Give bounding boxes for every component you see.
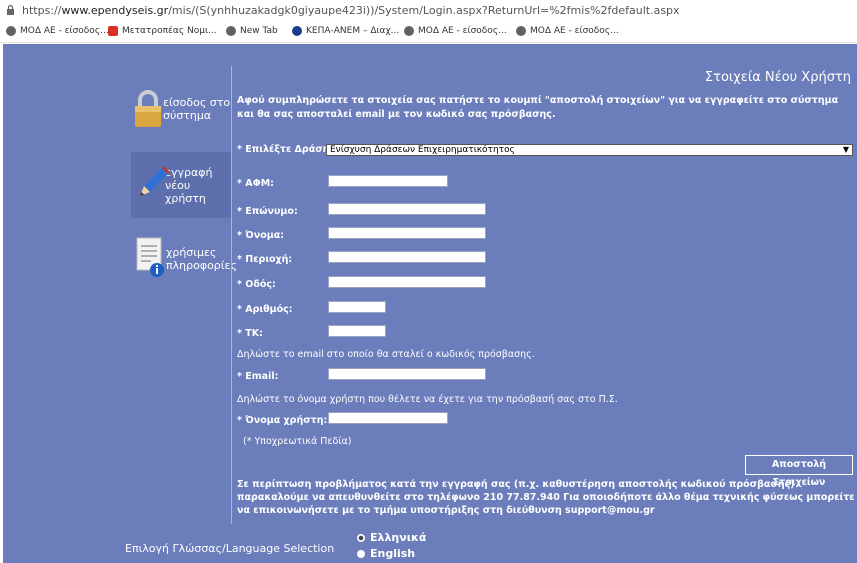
number-label: * Αριθμός:	[237, 304, 293, 315]
pencil-icon	[140, 166, 170, 196]
intro-text: Αφού συμπληρώσετε τα στοιχεία σας πατήστ…	[237, 95, 839, 120]
tk-field[interactable]	[328, 325, 386, 337]
globe-icon	[404, 26, 414, 36]
email-field[interactable]	[328, 368, 486, 380]
name-label: * Όνομα:	[237, 230, 285, 241]
email-note: Δηλώστε το email στο οποίο θα σταλεί ο κ…	[237, 349, 535, 360]
language-option-greek[interactable]: Ελληνικά	[357, 531, 426, 544]
info-label-line1: χρήσιμες	[166, 246, 217, 259]
globe-icon	[226, 26, 236, 36]
sidebar-item-info[interactable]: χρήσιμες πληροφορίες	[166, 246, 237, 272]
tk-label: * ΤΚ:	[237, 328, 263, 339]
username-field[interactable]	[328, 412, 448, 424]
app-icon	[108, 26, 118, 36]
language-label: Επιλογή Γλώσσας/Language Selection	[125, 542, 335, 555]
lock-icon	[7, 4, 14, 15]
bookmark-item[interactable]: ΜΟΔ ΑΕ - είσοδος...	[404, 26, 507, 36]
region-field[interactable]	[328, 251, 486, 263]
padlock-icon	[135, 90, 161, 127]
username-note: Δηλώστε το όνομα χρήστη που θέλετε να έχ…	[237, 394, 618, 405]
bookmark-item[interactable]: ΚΕΠΑ-ΑΝΕΜ – Διαχ...	[292, 26, 399, 36]
submit-button[interactable]: Αποστολή Στοιχείων	[745, 455, 853, 488]
bookmark-item[interactable]: ΜΟΔ ΑΕ - είσοδος...	[516, 26, 619, 36]
login-label-line2: σύστημα	[163, 109, 212, 122]
sidebar-divider	[231, 66, 232, 524]
action-select-value: Ενίσχυση Δράσεων Επιχειρηματικότητος	[330, 145, 515, 155]
afm-label: * ΑΦΜ:	[237, 178, 274, 189]
number-field[interactable]	[328, 301, 386, 313]
surname-field[interactable]	[328, 203, 486, 215]
bookmark-item[interactable]: Μετατροπέας Νομι...	[108, 26, 217, 36]
page-content: είσοδος στο σύστημα εγγραφή νέου χρήστη	[3, 44, 857, 563]
action-select[interactable]: Ενίσχυση Δράσεων Επιχειρηματικότητος ▼	[326, 144, 853, 156]
name-field[interactable]	[328, 227, 486, 239]
sidebar: είσοδος στο σύστημα εγγραφή νέου χρήστη	[3, 44, 237, 524]
site-icon	[292, 26, 302, 36]
street-field[interactable]	[328, 276, 486, 288]
language-option-label: Ελληνικά	[370, 531, 427, 544]
chevron-down-icon: ▼	[842, 145, 849, 154]
region-label: * Περιοχή:	[237, 254, 293, 265]
register-label-line1: εγγραφή	[165, 166, 213, 179]
required-note: (* Υποχρεωτικά Πεδία)	[243, 436, 352, 447]
email-label: * Email:	[237, 371, 279, 382]
info-document-icon	[136, 237, 164, 277]
address-bar[interactable]: https://www.ependyseis.gr/mis/(S(ynhhuza…	[0, 0, 857, 22]
bookmark-item[interactable]: ΜΟΔ ΑΕ - είσοδος...	[6, 26, 109, 36]
bookmark-item[interactable]: New Tab	[226, 26, 278, 36]
username-label: * Όνομα χρήστη:	[237, 415, 328, 426]
login-label-line1: είσοδος στο	[163, 96, 231, 109]
radio-icon	[357, 549, 365, 558]
page-title: Στοιχεία Νέου Χρήστη	[704, 70, 851, 85]
globe-icon	[516, 26, 526, 36]
radio-selected-icon	[357, 533, 365, 542]
globe-icon	[6, 26, 16, 36]
help-text: Σε περίπτωση προβλήματος κατά την εγγραφ…	[237, 479, 855, 516]
surname-label: * Επώνυμο:	[237, 206, 298, 217]
afm-field[interactable]	[328, 175, 448, 187]
info-label-line2: πληροφορίες	[166, 259, 237, 272]
url-text: https://www.ependyseis.gr/mis/(S(ynhhuza…	[22, 4, 680, 17]
street-label: * Οδός:	[237, 279, 276, 290]
language-option-english[interactable]: English	[357, 547, 415, 560]
language-option-label: English	[370, 547, 416, 560]
sidebar-item-login[interactable]: είσοδος στο σύστημα	[163, 96, 231, 122]
action-label: * Επιλέξτε Δράση:	[237, 144, 334, 155]
bookmarks-bar: ΜΟΔ ΑΕ - είσοδος... Μετατροπέας Νομι... …	[0, 22, 857, 43]
